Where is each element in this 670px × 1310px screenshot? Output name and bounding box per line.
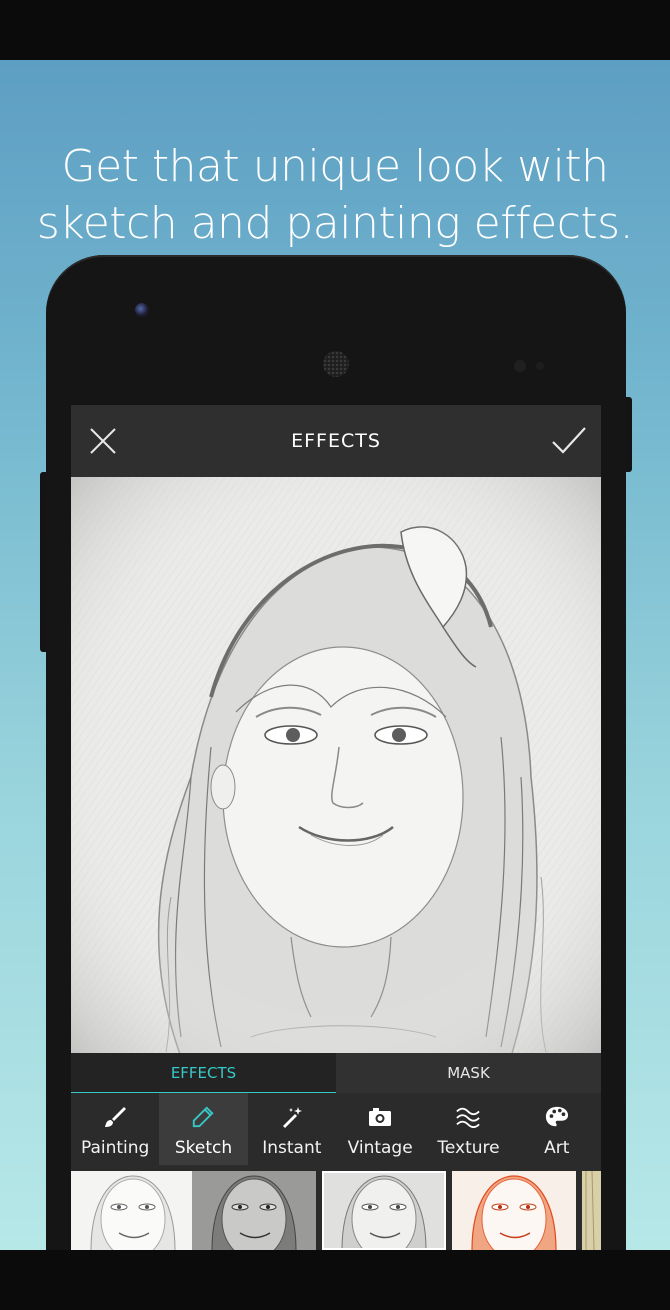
sketch-portrait-image [71, 477, 601, 1053]
app-screen: EFFECTS EFFECTS MASK Painting Sketch Ins… [71, 405, 601, 1250]
front-camera-icon [135, 303, 149, 317]
sketch-photo-preview[interactable] [71, 477, 601, 1053]
waves-icon [456, 1105, 481, 1129]
close-button[interactable] [83, 421, 123, 461]
tool-instant-label: Instant [262, 1138, 322, 1158]
tool-art-label: Art [544, 1138, 570, 1158]
promo-headline: Get that unique look with sketch and pai… [0, 138, 670, 252]
navigation-bar [0, 1250, 670, 1310]
mode-segment-control: EFFECTS MASK [71, 1053, 601, 1093]
screen-title: EFFECTS [291, 430, 381, 452]
light-sensor-icon [536, 362, 544, 370]
effect-thumbnail[interactable] [452, 1171, 576, 1250]
tab-mask[interactable]: MASK [336, 1053, 601, 1093]
headline-line-1: Get that unique look with [61, 141, 610, 192]
tool-texture[interactable]: Texture [424, 1093, 512, 1165]
brush-icon [103, 1105, 127, 1129]
pencil-icon [191, 1105, 215, 1129]
palette-icon [545, 1105, 569, 1129]
tool-painting[interactable]: Painting [71, 1093, 159, 1165]
tool-vintage[interactable]: Vintage [336, 1093, 424, 1165]
close-icon [90, 428, 116, 454]
effect-category-bar: Painting Sketch Instant Vintage Texture [71, 1093, 601, 1165]
effect-thumbnail[interactable] [71, 1171, 195, 1250]
tool-texture-label: Texture [437, 1138, 500, 1158]
tool-sketch[interactable]: Sketch [159, 1093, 248, 1165]
magic-wand-icon [280, 1105, 304, 1129]
tab-effects[interactable]: EFFECTS [71, 1053, 336, 1093]
confirm-button[interactable] [549, 421, 589, 461]
tool-painting-label: Painting [80, 1138, 150, 1158]
tool-instant[interactable]: Instant [248, 1093, 336, 1165]
check-icon [552, 427, 586, 454]
camera-icon [368, 1105, 392, 1129]
tool-art[interactable]: Art [513, 1093, 601, 1165]
effect-thumbnail[interactable] [582, 1171, 601, 1250]
earpiece-speaker-icon [323, 351, 349, 377]
effect-thumbnail-selected[interactable] [322, 1171, 446, 1250]
app-header: EFFECTS [71, 405, 601, 477]
proximity-sensor-icon [514, 360, 526, 372]
effect-thumbnail[interactable] [192, 1171, 316, 1250]
effect-thumbnail-strip [71, 1171, 601, 1250]
tool-vintage-label: Vintage [347, 1138, 413, 1158]
phone-power-button [625, 397, 632, 472]
tool-sketch-label: Sketch [174, 1138, 233, 1158]
headline-line-2: sketch and painting effects. [36, 198, 634, 249]
status-bar [0, 0, 670, 60]
